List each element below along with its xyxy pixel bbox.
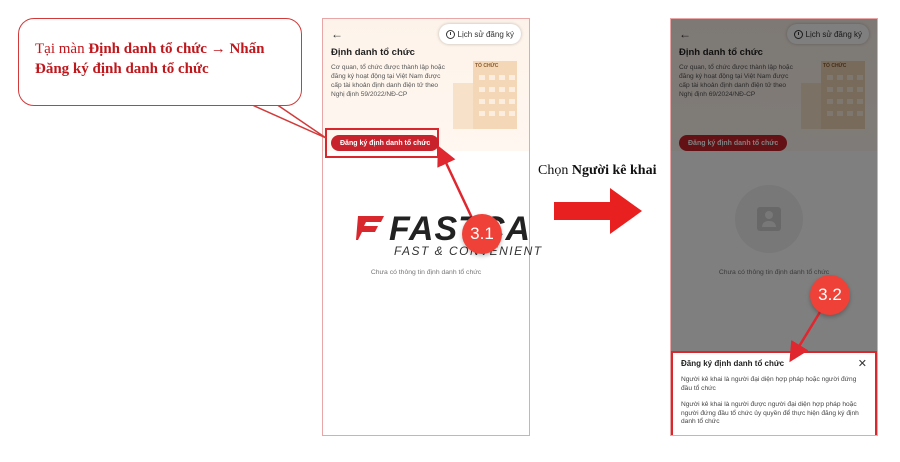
close-icon[interactable]: ✕ bbox=[858, 357, 867, 370]
step-prefix: Chọn bbox=[538, 163, 572, 178]
page-title: Định danh tổ chức bbox=[331, 47, 415, 58]
step-badge-3-2: 3.2 bbox=[810, 275, 850, 315]
step-instruction: Chọn Người kê khai bbox=[538, 163, 656, 179]
page-description: Cơ quan, tổ chức được thành lập hoặc đăn… bbox=[331, 64, 445, 98]
empty-state-text: Chưa có thông tin định danh tổ chức bbox=[370, 269, 482, 276]
history-button-label: Lịch sử đăng ký bbox=[457, 29, 515, 39]
right-arrow-icon bbox=[554, 188, 642, 234]
history-clock-icon bbox=[445, 29, 455, 39]
step-badge-3-1: 3.1 bbox=[462, 214, 502, 254]
building-sign: TỔ CHỨC bbox=[475, 63, 499, 69]
callout-screen-name: Định danh tổ chức bbox=[88, 41, 207, 57]
callout-arrow: → bbox=[206, 41, 230, 57]
back-arrow-icon[interactable]: ← bbox=[331, 27, 343, 41]
registration-history-button[interactable]: Lịch sử đăng ký bbox=[438, 24, 521, 44]
sheet-title: Đăng ký định danh tổ chức bbox=[681, 359, 785, 368]
fastca-logo-icon bbox=[356, 216, 384, 240]
declarant-option-legal-representative[interactable]: Người kê khai là người đại diện hợp pháp… bbox=[681, 376, 867, 393]
register-organization-button[interactable]: Đăng ký định danh tổ chức bbox=[331, 135, 440, 151]
fastca-watermark: FASTCA FAST & CONVENIENT bbox=[354, 210, 554, 260]
phone-screen-right: ← Lịch sử đăng ký Định danh tổ chức Cơ q… bbox=[670, 18, 878, 436]
instruction-callout: Tại màn Định danh tổ chức → Nhấn Đăng ký… bbox=[18, 18, 302, 106]
register-bottom-sheet: Đăng ký định danh tổ chức ✕ Người kê kha… bbox=[671, 351, 877, 435]
declarant-option-authorized-person[interactable]: Người kê khai là người được người đại di… bbox=[681, 401, 867, 427]
callout-text: Tại màn bbox=[35, 41, 89, 57]
step-choice: Người kê khai bbox=[571, 163, 657, 178]
building-illustration: TỔ CHỨC bbox=[453, 61, 523, 129]
